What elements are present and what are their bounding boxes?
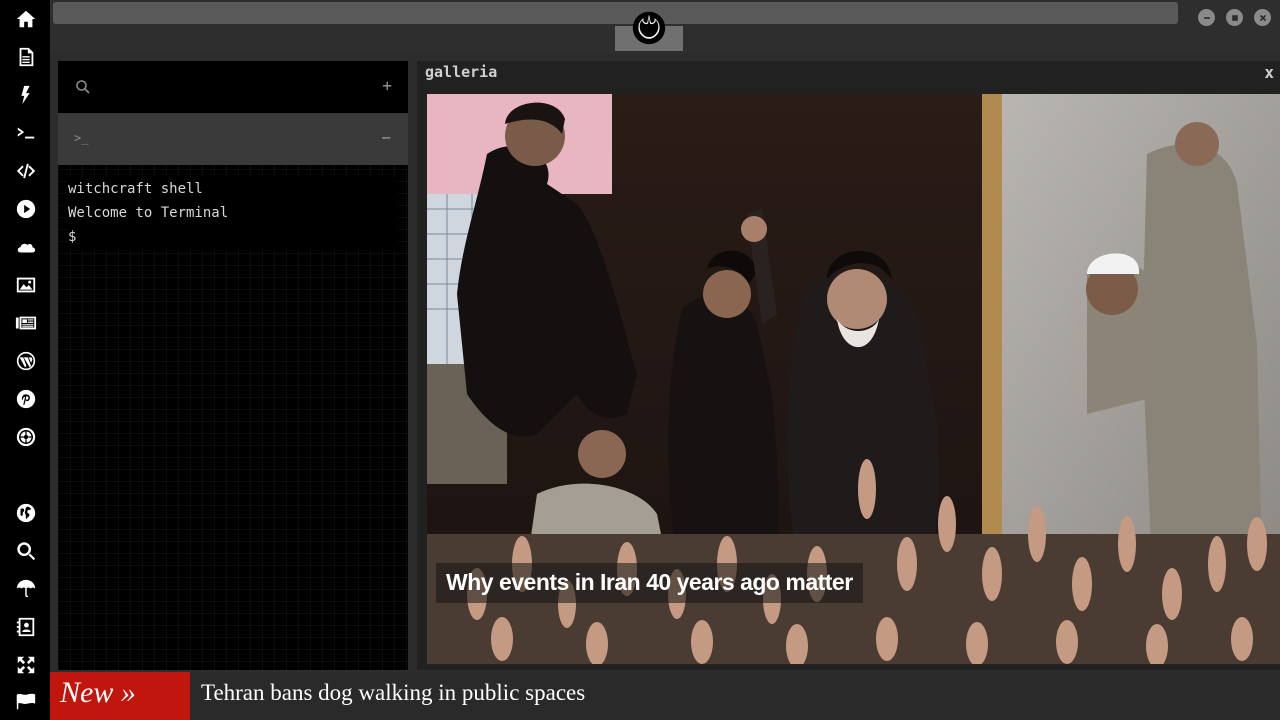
app-sidebar xyxy=(0,0,50,720)
add-button[interactable]: + xyxy=(382,76,392,95)
play-icon[interactable] xyxy=(13,196,39,222)
terminal-tab-row[interactable]: >_ − xyxy=(58,113,408,165)
terminal-panel: + >_ − witchcraft shell Welcome to Termi… xyxy=(58,61,408,670)
terminal-prompt-line[interactable]: $ xyxy=(68,225,398,249)
grid-sphere-icon[interactable] xyxy=(13,462,39,488)
newspaper-icon[interactable] xyxy=(13,310,39,336)
search-icon xyxy=(75,79,91,95)
flag-icon[interactable] xyxy=(13,688,39,714)
news-ticker: New » Tehran bans dog walking in public … xyxy=(50,672,1280,720)
empire-icon[interactable] xyxy=(13,424,39,450)
close-icon[interactable] xyxy=(1254,9,1271,26)
collapse-button[interactable]: − xyxy=(381,128,391,147)
gallery-photo[interactable]: Why events in Iran 40 years ago matter xyxy=(427,94,1280,664)
prompt-icon: >_ xyxy=(74,131,89,145)
cloud-icon[interactable] xyxy=(13,234,39,260)
rebel-alliance-icon[interactable] xyxy=(630,10,668,46)
pinterest-icon[interactable] xyxy=(13,386,39,412)
bolt-icon[interactable] xyxy=(13,82,39,108)
code-icon[interactable] xyxy=(13,158,39,184)
terminal-line: Welcome to Terminal xyxy=(68,205,229,221)
maximize-icon[interactable] xyxy=(1226,9,1243,26)
address-strip[interactable] xyxy=(53,2,1178,24)
wordpress-icon[interactable] xyxy=(13,348,39,374)
umbrella-icon[interactable] xyxy=(13,576,39,602)
expand-icon[interactable] xyxy=(13,652,39,678)
document-icon[interactable] xyxy=(13,44,39,70)
minimize-icon[interactable] xyxy=(1198,9,1215,26)
gallery-panel: galleria x Why events in Iran 40 years a… xyxy=(417,61,1280,670)
ticker-label: New » xyxy=(50,672,190,720)
terminal-line: witchcraft shell xyxy=(68,181,203,197)
search-icon[interactable] xyxy=(13,538,39,564)
globe-icon[interactable] xyxy=(13,500,39,526)
gallery-title: galleria xyxy=(425,63,498,81)
gallery-close-button[interactable]: x xyxy=(1264,63,1274,82)
contact-card-icon[interactable] xyxy=(13,614,39,640)
top-bar xyxy=(50,0,1280,54)
gallery-caption[interactable]: Why events in Iran 40 years ago matter xyxy=(436,563,863,603)
home-icon[interactable] xyxy=(13,6,39,32)
ticker-headline[interactable]: Tehran bans dog walking in public spaces xyxy=(201,680,585,706)
terminal-search-row[interactable]: + xyxy=(58,61,408,113)
terminal-output[interactable]: witchcraft shell Welcome to Terminal $ xyxy=(68,177,398,249)
image-icon[interactable] xyxy=(13,272,39,298)
terminal-icon[interactable] xyxy=(13,120,39,146)
